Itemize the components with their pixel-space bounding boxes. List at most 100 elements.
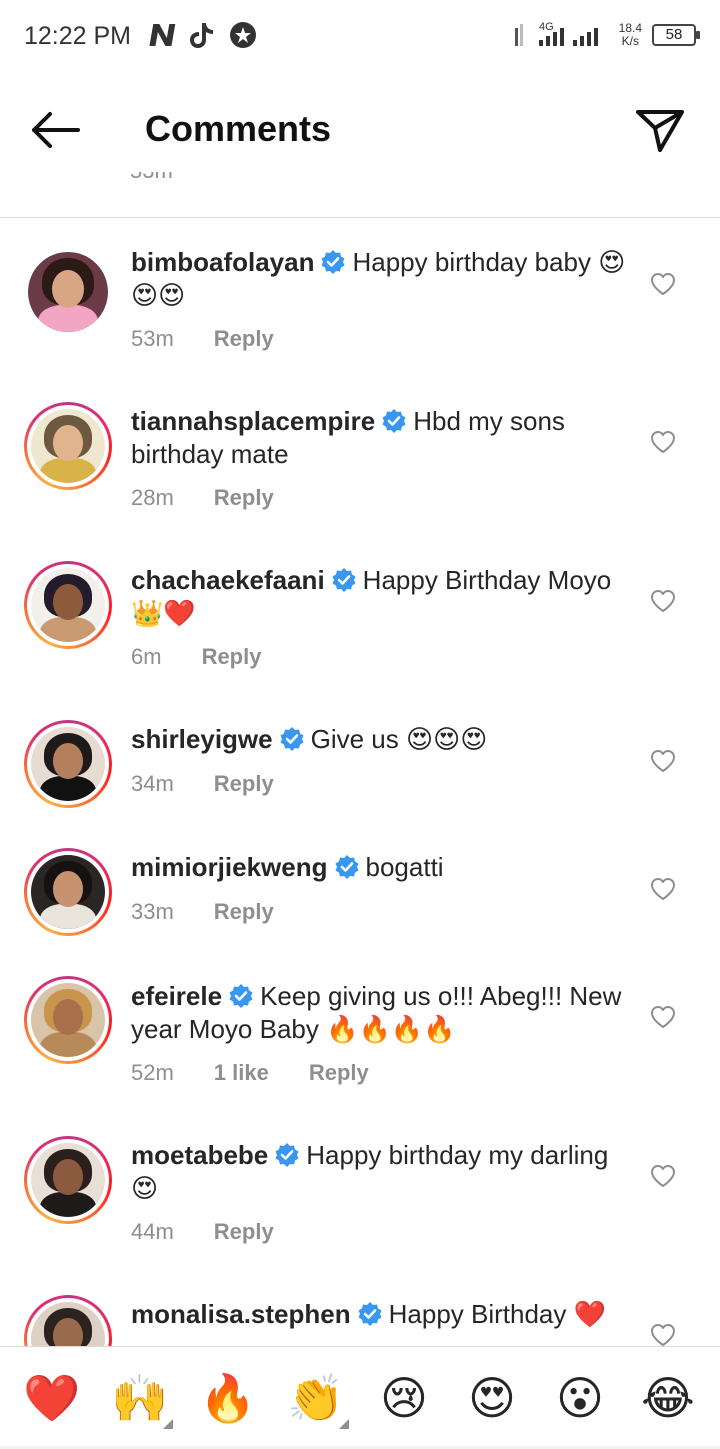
heart-outline-icon — [651, 431, 675, 453]
share-button[interactable] — [634, 104, 686, 156]
comment-timestamp: 28m — [131, 485, 174, 510]
profile-picture — [31, 983, 105, 1057]
header: Comments — [0, 88, 720, 172]
comment-meta: 33m Reply — [131, 899, 274, 925]
emoji-open-mouth-button[interactable]: 😮 — [545, 1363, 615, 1433]
avatar[interactable] — [24, 248, 112, 336]
avatar[interactable] — [24, 720, 112, 808]
notification-icons — [146, 20, 258, 50]
emoji-red-heart-button[interactable]: ❤️ — [17, 1363, 87, 1433]
tears-of-joy-emoji: 😂 — [641, 1371, 695, 1425]
arrow-left-icon — [32, 112, 80, 148]
back-button[interactable] — [28, 106, 84, 154]
profile-picture — [31, 409, 105, 483]
verified-badge-icon — [358, 1302, 382, 1326]
skin-tone-indicator — [339, 1419, 349, 1429]
like-comment-button[interactable] — [650, 1323, 676, 1346]
avatar[interactable] — [24, 402, 112, 490]
like-comment-button[interactable] — [650, 272, 676, 296]
comment-username[interactable]: shirleyigwe — [131, 724, 273, 754]
netflix-n-icon — [149, 24, 176, 46]
comment-text-block: bimboafolayan Happy birthday baby 😍😍😍 — [131, 246, 631, 312]
star-badge-icon — [230, 22, 256, 48]
like-comment-button[interactable] — [650, 1005, 676, 1029]
emoji-raising-hands-button[interactable]: 🙌 — [105, 1363, 175, 1433]
avatar-face — [53, 999, 83, 1035]
avatar-body — [39, 903, 97, 929]
comment-meta: 6m Reply — [131, 644, 261, 670]
comment-meta: 52m 1 like Reply — [131, 1060, 369, 1086]
signal-icon: 4G — [514, 21, 598, 46]
emoji-tears-of-joy-button[interactable]: 😂 — [633, 1363, 703, 1433]
comment-meta: 34m Reply — [131, 771, 274, 797]
status-time: 12:22 PM — [24, 22, 132, 50]
avatar[interactable] — [24, 848, 112, 936]
comment-text-block: efeirele Keep giving us o!!! Abeg!!! New … — [131, 980, 631, 1046]
verified-badge-icon — [335, 855, 358, 879]
paper-plane-icon — [636, 110, 684, 152]
comment-username[interactable]: tiannahsplacempire — [131, 406, 375, 436]
heart-eyes-emoji: 😍 — [468, 1371, 516, 1425]
reply-button[interactable]: Reply — [309, 1060, 369, 1086]
comments-list[interactable]: bimboafolayan Happy birthday baby 😍😍😍 53m R… — [0, 218, 720, 1346]
reply-button[interactable]: Reply — [214, 485, 274, 511]
comment-meta: 28m Reply — [131, 485, 274, 511]
reply-button[interactable]: Reply — [214, 899, 274, 925]
profile-picture — [31, 1302, 105, 1346]
avatar-body — [39, 775, 97, 801]
profile-picture — [31, 1143, 105, 1217]
tiktok-icon — [190, 23, 213, 48]
page-title: Comments — [145, 108, 332, 149]
comment-username[interactable]: bimboafolayan — [131, 247, 314, 277]
emoji-heart-eyes-button[interactable]: 😍 — [457, 1363, 527, 1433]
avatar-face — [53, 584, 83, 620]
clapping-hands-emoji: 👏 — [287, 1370, 345, 1425]
comment-username[interactable]: monalisa.stephen — [131, 1299, 351, 1329]
avatar-frame — [27, 1298, 109, 1346]
avatar-face — [52, 269, 84, 308]
like-comment-button[interactable] — [650, 749, 676, 773]
avatar-frame — [27, 851, 109, 933]
emoji-crying-face-button[interactable]: 😢 — [369, 1363, 439, 1433]
comment-username[interactable]: moetabebe — [131, 1140, 268, 1170]
comment-username[interactable]: mimiorjiekweng — [131, 852, 328, 882]
reply-button[interactable]: Reply — [214, 771, 274, 797]
comment-username[interactable]: efeirele — [131, 981, 222, 1011]
heart-outline-icon — [651, 878, 675, 900]
avatar[interactable] — [24, 561, 112, 649]
avatar-frame — [27, 564, 109, 646]
verified-badge-icon — [332, 568, 356, 592]
avatar-body — [39, 1031, 97, 1057]
comment-meta: 44m Reply — [131, 1219, 274, 1245]
comment-timestamp: 6m — [131, 644, 162, 669]
reply-button[interactable]: Reply — [214, 1219, 274, 1245]
profile-picture — [31, 727, 105, 801]
avatar[interactable] — [24, 1136, 112, 1224]
verified-badge-icon — [280, 727, 304, 751]
reply-button[interactable]: Reply — [202, 644, 262, 670]
open-mouth-emoji: 😮 — [556, 1371, 604, 1425]
avatar-body — [39, 1191, 97, 1217]
avatar[interactable] — [24, 1295, 112, 1346]
emoji-clapping-hands-button[interactable]: 👏 — [281, 1363, 351, 1433]
avatar[interactable] — [24, 976, 112, 1064]
avatar-frame — [27, 405, 109, 487]
comment-like-count[interactable]: 1 like — [214, 1060, 269, 1086]
reply-button[interactable]: Reply — [214, 326, 274, 352]
verified-badge-icon — [229, 984, 253, 1008]
emoji-fire-button[interactable]: 🔥 — [193, 1363, 263, 1433]
skin-tone-indicator — [163, 1419, 173, 1429]
verified-badge-icon — [275, 1143, 299, 1167]
avatar-frame — [28, 252, 108, 332]
heart-outline-icon — [651, 1006, 675, 1028]
like-comment-button[interactable] — [650, 589, 676, 613]
avatar-frame — [27, 723, 109, 805]
like-comment-button[interactable] — [650, 1164, 676, 1188]
comment-body: Give us 😍😍😍 — [310, 724, 488, 754]
comment-username[interactable]: chachaekefaani — [131, 565, 325, 595]
avatar-body — [39, 616, 97, 642]
heart-outline-icon — [651, 1165, 675, 1187]
like-comment-button[interactable] — [650, 430, 676, 454]
like-comment-button[interactable] — [650, 877, 676, 901]
comment-timestamp: 44m — [131, 1219, 174, 1244]
